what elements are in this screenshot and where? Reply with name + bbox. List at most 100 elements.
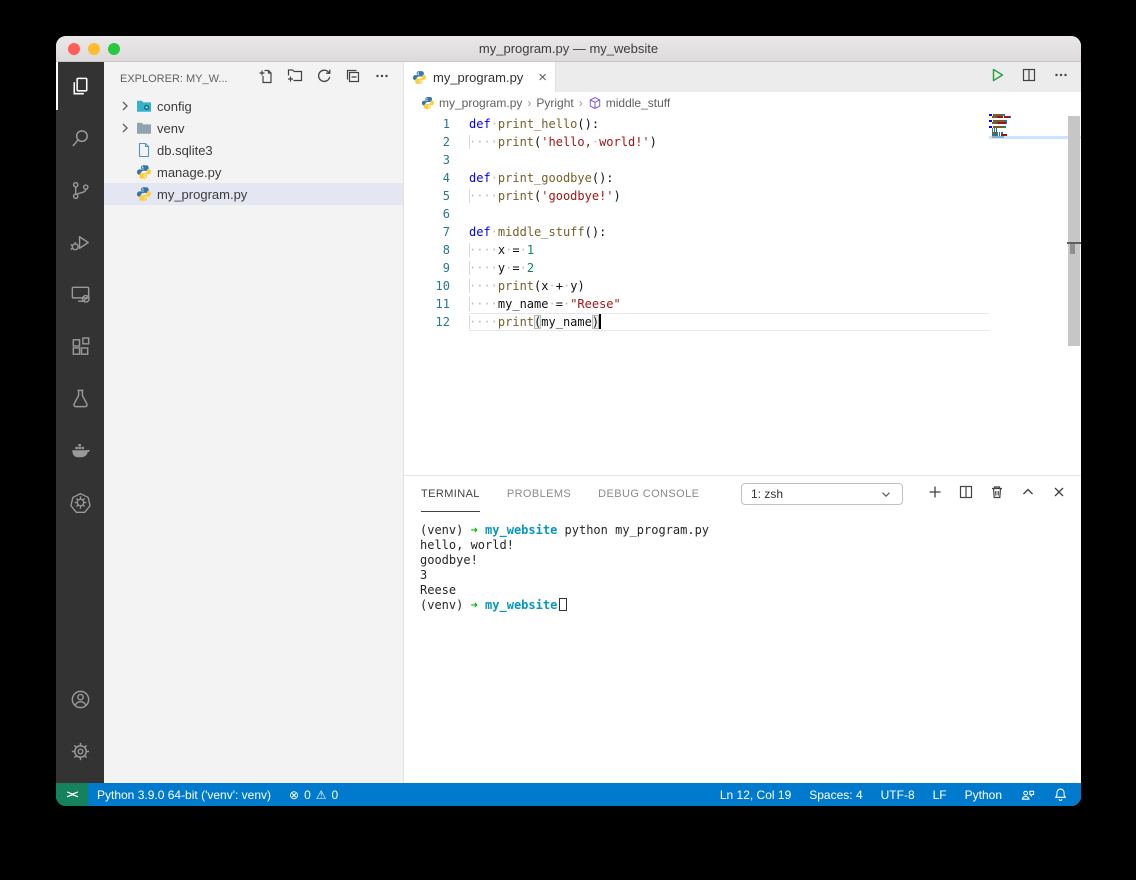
status-indentation[interactable]: Spaces: 4 xyxy=(800,783,871,806)
code-line-content[interactable]: ····print('hello,·world!') xyxy=(469,133,989,151)
line-number[interactable]: 10 xyxy=(404,277,450,295)
remote-indicator[interactable]: >< xyxy=(56,783,88,806)
code-line-content[interactable]: def·print_goodbye(): xyxy=(469,169,989,187)
editor-tab-my_program[interactable]: my_program.py × xyxy=(404,62,556,92)
status-encoding[interactable]: UTF-8 xyxy=(872,783,924,806)
code-line-1[interactable]: 1 def·print_hello(): xyxy=(404,115,989,133)
new-folder-button[interactable] xyxy=(287,68,303,89)
new-file-button[interactable] xyxy=(258,68,274,89)
code-line-9[interactable]: 9 ····y·=·2 xyxy=(404,259,989,277)
breadcrumb-item-my_program.py[interactable]: my_program.py xyxy=(421,96,522,110)
minimize-window-button[interactable] xyxy=(88,43,100,55)
terminal-line: (venv) ➜ my_website python my_program.py xyxy=(420,523,1065,538)
more-actions-button[interactable] xyxy=(1053,67,1069,88)
activity-bar-item-docker[interactable] xyxy=(56,426,104,474)
chevron-right-icon[interactable] xyxy=(117,120,133,136)
code-line-content[interactable]: ····my_name·=·"Reese" xyxy=(469,295,989,313)
zoom-window-button[interactable] xyxy=(108,43,120,55)
status-notifications-bell[interactable] xyxy=(1044,783,1077,806)
refresh-explorer-button[interactable] xyxy=(316,68,332,89)
code-line-8[interactable]: 8 ····x·=·1 xyxy=(404,241,989,259)
status-cursor-position[interactable]: Ln 12, Col 19 xyxy=(711,783,800,806)
activity-bar-item-source-control[interactable] xyxy=(56,166,104,214)
code-line-content[interactable]: ····print(my_name) xyxy=(469,313,989,331)
file-row-venv[interactable]: venv xyxy=(104,117,403,139)
code-line-content[interactable] xyxy=(469,205,989,223)
activity-bar-item-search[interactable] xyxy=(56,114,104,162)
line-number[interactable]: 4 xyxy=(404,169,450,187)
file-row-manage.py[interactable]: manage.py xyxy=(104,161,403,183)
code-line-12[interactable]: 12 ····print(my_name) xyxy=(404,313,989,331)
code-line-5[interactable]: 5 ····print('goodbye!') xyxy=(404,187,989,205)
code-line-6[interactable]: 6 xyxy=(404,205,989,223)
line-number[interactable]: 1 xyxy=(404,115,450,133)
line-number[interactable]: 2 xyxy=(404,133,450,151)
line-number[interactable]: 7 xyxy=(404,223,450,241)
panel-tab-terminal[interactable]: TERMINAL xyxy=(421,476,480,512)
new-terminal-button[interactable] xyxy=(927,484,943,505)
activity-bar-item-account[interactable] xyxy=(56,675,104,723)
code-line-10[interactable]: 10 ····print(x·+·y) xyxy=(404,277,989,295)
code-line-7[interactable]: 7 def·middle_stuff(): xyxy=(404,223,989,241)
line-number[interactable]: 8 xyxy=(404,241,450,259)
scrollbar-thumb[interactable] xyxy=(1068,116,1080,346)
code-line-content[interactable]: ····x·=·1 xyxy=(469,241,989,259)
panel-tab-debug-console[interactable]: DEBUG CONSOLE xyxy=(598,476,699,512)
activity-bar-item-remote-explorer[interactable] xyxy=(56,270,104,318)
code-line-11[interactable]: 11 ····my_name·=·"Reese" xyxy=(404,295,989,313)
terminal-session-select[interactable]: 1: zsh xyxy=(741,483,903,505)
activity-bar-item-extensions[interactable] xyxy=(56,322,104,370)
line-number[interactable]: 3 xyxy=(404,151,450,169)
code-line-content[interactable]: ····print(x·+·y) xyxy=(469,277,989,295)
run-file-button[interactable] xyxy=(989,67,1005,88)
activity-bar-item-files[interactable] xyxy=(56,62,104,110)
code-line-content[interactable]: def·middle_stuff(): xyxy=(469,223,989,241)
line-number[interactable]: 5 xyxy=(404,187,450,205)
code-line-content[interactable]: ····print('goodbye!') xyxy=(469,187,989,205)
python-icon xyxy=(136,164,152,180)
line-number[interactable]: 12 xyxy=(404,313,450,331)
code-line-content[interactable]: def·print_hello(): xyxy=(469,115,989,133)
activity-bar-item-kubernetes[interactable] xyxy=(56,478,104,526)
code-line-content[interactable]: ····y·=·2 xyxy=(469,259,989,277)
twisty-spacer xyxy=(117,164,133,180)
file-row-my_program.py[interactable]: my_program.py xyxy=(104,183,403,205)
file-row-config[interactable]: config xyxy=(104,95,403,117)
code-line-2[interactable]: 2 ····print('hello,·world!') xyxy=(404,133,989,151)
editor-scrollbar[interactable] xyxy=(1067,114,1081,475)
file-row-db.sqlite3[interactable]: db.sqlite3 xyxy=(104,139,403,161)
close-window-button[interactable] xyxy=(68,43,80,55)
maximize-panel-button[interactable] xyxy=(1020,484,1036,505)
collapse-folders-button[interactable] xyxy=(345,68,361,89)
editor-group: my_program.py × my_program.py›Pyright›mi… xyxy=(404,62,1081,783)
breadcrumb-item-Pyright[interactable]: Pyright xyxy=(536,96,573,110)
status-python-interpreter[interactable]: Python 3.9.0 64-bit ('venv': venv) xyxy=(88,783,280,806)
code-line-3[interactable]: 3 xyxy=(404,151,989,169)
split-terminal-button[interactable] xyxy=(958,484,974,505)
close-panel-button[interactable] xyxy=(1051,484,1067,505)
more-actions-button[interactable] xyxy=(374,68,390,89)
code-line-content[interactable] xyxy=(469,151,989,169)
code-editor[interactable]: 1 def·print_hello(): 2 ····print('hello,·wo… xyxy=(404,114,1081,475)
status-problems[interactable]: ⊗0⚠0 xyxy=(280,783,347,806)
line-number[interactable]: 9 xyxy=(404,259,450,277)
tab-label: my_program.py xyxy=(433,70,523,85)
code-line-4[interactable]: 4 def·print_goodbye(): xyxy=(404,169,989,187)
breadcrumb-item-middle_stuff[interactable]: middle_stuff xyxy=(588,96,670,110)
line-number[interactable]: 6 xyxy=(404,205,450,223)
activity-bar-item-run-debug[interactable] xyxy=(56,218,104,266)
twisty-spacer xyxy=(117,186,133,202)
kill-terminal-button[interactable] xyxy=(989,484,1005,505)
activity-bar-item-testing[interactable] xyxy=(56,374,104,422)
status-feedback[interactable] xyxy=(1011,783,1044,806)
activity-bar-item-settings-gear[interactable] xyxy=(56,727,104,775)
status-language-mode[interactable]: Python xyxy=(956,783,1011,806)
panel-tab-problems[interactable]: PROBLEMS xyxy=(507,476,571,512)
line-number[interactable]: 11 xyxy=(404,295,450,313)
close-tab-icon[interactable]: × xyxy=(538,70,547,85)
status-eol[interactable]: LF xyxy=(924,783,956,806)
minimap[interactable] xyxy=(989,114,1067,475)
chevron-right-icon[interactable] xyxy=(117,98,133,114)
split-editor-button[interactable] xyxy=(1021,67,1037,88)
terminal-output[interactable]: (venv) ➜ my_website python my_program.py… xyxy=(404,512,1081,783)
